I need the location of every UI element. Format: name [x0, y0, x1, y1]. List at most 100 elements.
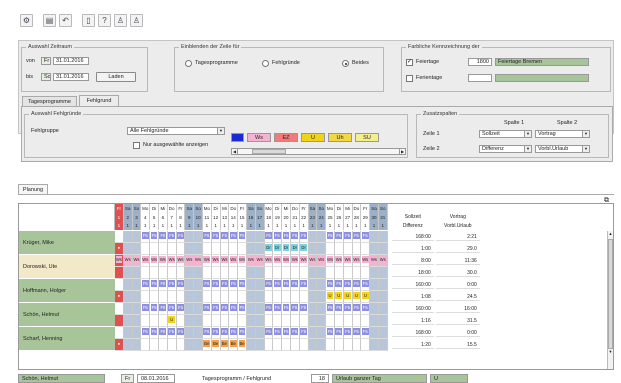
day-cell[interactable]: Ws	[352, 255, 362, 267]
calendar-weekday-cell[interactable]: So	[378, 204, 388, 213]
schedule-chip[interactable]: Be	[212, 340, 220, 347]
schedule-chip[interactable]: Dr	[282, 244, 290, 251]
day-cell[interactable]: F5	[334, 279, 344, 291]
day-cell[interactable]	[123, 291, 133, 303]
day-cell[interactable]: F5	[264, 303, 274, 315]
schedule-chip[interactable]: F5	[300, 280, 308, 287]
calendar-day-cell[interactable]: 16	[246, 213, 256, 222]
schedule-chip[interactable]: F5	[221, 304, 228, 311]
row2-col1-select[interactable]: Differenz ▼	[479, 145, 532, 153]
calendar-count-cell[interactable]: 1	[255, 222, 265, 230]
day-cell[interactable]: Ws	[378, 255, 388, 267]
schedule-chip[interactable]: F5	[177, 232, 184, 239]
calendar-weekday-cell[interactable]: Sa	[308, 204, 318, 213]
day-cell[interactable]	[343, 267, 353, 279]
day-cell[interactable]: U	[343, 291, 353, 303]
legend-item-su[interactable]: SU	[355, 133, 379, 142]
schedule-chip[interactable]: F5	[159, 328, 167, 335]
day-cell[interactable]	[141, 315, 151, 327]
calendar-day-cell[interactable]: 4	[141, 213, 151, 222]
day-cell[interactable]	[150, 267, 159, 279]
day-cell[interactable]	[370, 231, 379, 243]
absence-chip[interactable]: Ws	[185, 256, 193, 263]
day-cell[interactable]: F5	[141, 303, 151, 315]
absence-chip[interactable]: Ws	[379, 256, 387, 263]
day-cell[interactable]	[115, 231, 124, 243]
schedule-chip[interactable]: U	[168, 316, 176, 323]
day-cell[interactable]	[194, 315, 203, 327]
schedule-chip[interactable]: F5	[273, 232, 281, 239]
day-cell[interactable]	[317, 315, 327, 327]
absence-chip[interactable]: Ws	[309, 256, 316, 263]
day-cell[interactable]	[299, 267, 309, 279]
calendar-day-cell[interactable]: 19	[273, 213, 283, 222]
calendar-day-cell[interactable]: 20	[282, 213, 291, 222]
day-cell[interactable]	[334, 339, 344, 351]
calendar-count-cell[interactable]: 1	[352, 222, 362, 230]
day-cell[interactable]: F5	[150, 231, 159, 243]
calendar-day-cell[interactable]: 26	[334, 213, 344, 222]
day-cell[interactable]: F5	[352, 327, 362, 339]
absence-chip[interactable]: Ws	[361, 256, 369, 263]
calendar-weekday-cell[interactable]: So	[255, 204, 265, 213]
schedule-chip[interactable]: F5	[291, 304, 299, 311]
scroll-up-icon[interactable]: ▲	[608, 231, 613, 237]
scroll-down-icon[interactable]: ▼	[608, 349, 613, 355]
schedule-chip[interactable]: F5	[265, 280, 272, 287]
calendar-weekday-cell[interactable]: Fr	[299, 204, 309, 213]
day-cell[interactable]	[141, 243, 151, 255]
day-cell[interactable]: F5	[299, 279, 309, 291]
legend-item-ez[interactable]: EZ	[274, 133, 298, 142]
schedule-chip[interactable]: F5	[229, 328, 237, 335]
day-cell[interactable]: F5	[299, 303, 309, 315]
day-cell[interactable]	[167, 291, 177, 303]
day-cell[interactable]: F5	[273, 279, 283, 291]
absence-chip[interactable]: Ws	[282, 256, 290, 263]
schedule-chip[interactable]: ●	[116, 292, 123, 299]
vacation-checkbox[interactable]	[406, 75, 413, 82]
person-report-icon[interactable]: ♙	[130, 14, 143, 27]
day-cell[interactable]	[238, 243, 247, 255]
day-cell[interactable]: F5	[299, 231, 309, 243]
day-cell[interactable]	[123, 243, 133, 255]
day-cell[interactable]	[317, 231, 327, 243]
day-cell[interactable]: F5	[290, 231, 300, 243]
schedule-chip[interactable]: F5	[361, 328, 369, 335]
day-cell[interactable]	[370, 243, 379, 255]
schedule-chip[interactable]: F5	[238, 328, 246, 335]
row1-col2-select[interactable]: Vortrag ▼	[535, 130, 590, 138]
day-cell[interactable]: Ws	[194, 255, 203, 267]
day-cell[interactable]: F5	[282, 231, 291, 243]
day-cell[interactable]: F5	[220, 231, 230, 243]
day-cell[interactable]	[185, 339, 195, 351]
day-cell[interactable]: F5	[229, 327, 239, 339]
day-cell[interactable]	[176, 339, 186, 351]
calendar-day-cell[interactable]: 1	[115, 213, 124, 222]
calendar-weekday-cell[interactable]: Do	[167, 204, 177, 213]
legend-item-blank[interactable]	[231, 133, 244, 142]
absence-chip[interactable]: Ws	[370, 256, 378, 263]
day-cell[interactable]: F5	[290, 327, 300, 339]
day-cell[interactable]: F5	[238, 279, 247, 291]
schedule-chip[interactable]: Be	[238, 340, 246, 347]
calendar-weekday-cell[interactable]: So	[194, 204, 203, 213]
day-cell[interactable]: Ws	[264, 255, 274, 267]
calendar-count-cell[interactable]: 1	[343, 222, 353, 230]
schedule-chip[interactable]: F5	[221, 232, 228, 239]
schedule-chip[interactable]: F5	[212, 280, 220, 287]
day-cell[interactable]: F5	[361, 303, 371, 315]
calendar-count-cell[interactable]: 1	[115, 222, 124, 230]
calendar-weekday-cell[interactable]: Mo	[141, 204, 151, 213]
day-cell[interactable]: F5	[238, 327, 247, 339]
day-cell[interactable]	[264, 339, 274, 351]
calendar-count-cell[interactable]: 1	[220, 222, 230, 230]
absence-chip[interactable]: Ws	[194, 256, 202, 263]
calendar-weekday-cell[interactable]: Sa	[246, 204, 256, 213]
day-cell[interactable]: F5	[229, 279, 239, 291]
day-cell[interactable]	[246, 327, 256, 339]
day-cell[interactable]	[220, 267, 230, 279]
day-cell[interactable]	[255, 243, 265, 255]
legend-item-u[interactable]: U	[301, 133, 325, 142]
calendar-day-cell[interactable]: 2	[123, 213, 133, 222]
day-cell[interactable]: F5	[238, 303, 247, 315]
